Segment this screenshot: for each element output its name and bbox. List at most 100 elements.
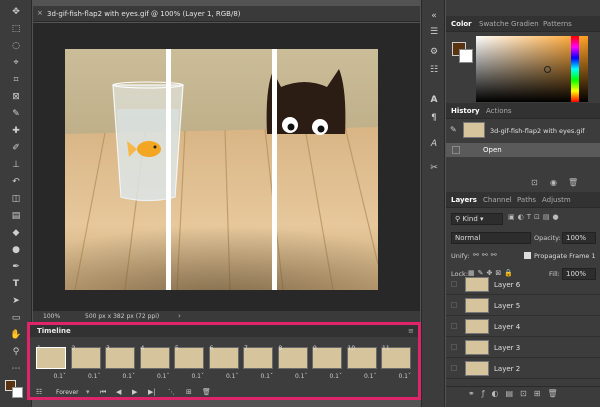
- eraser-tool-icon[interactable]: ◫: [6, 191, 26, 207]
- delete-frame-icon[interactable]: 🗑: [202, 388, 211, 396]
- tab-history[interactable]: History: [451, 107, 480, 115]
- layer-action-icons[interactable]: ⚭ƒ◐▤⊡⊞🗑: [468, 389, 565, 398]
- tab-gradients[interactable]: Gradien: [511, 20, 539, 28]
- status-menu-arrow-icon[interactable]: ›: [178, 312, 181, 320]
- new-document-from-state-icon[interactable]: ⊡: [531, 178, 538, 187]
- timeline-frame[interactable]: 6 0.1ˇ: [208, 345, 239, 381]
- close-tab-icon[interactable]: ×: [37, 9, 43, 17]
- hand-tool-icon[interactable]: ✋: [6, 327, 26, 343]
- tab-color[interactable]: Color: [451, 20, 472, 28]
- visibility-toggle-icon[interactable]: [451, 365, 457, 371]
- document-canvas[interactable]: [65, 49, 378, 290]
- frame-delay[interactable]: 0.1ˇ: [140, 373, 170, 380]
- timeline-frame[interactable]: 7 0.1ˇ: [243, 345, 273, 381]
- document-info[interactable]: 500 px x 382 px (72 ppi): [85, 313, 159, 320]
- snapshot-camera-icon[interactable]: ◉: [550, 178, 557, 187]
- loop-dropdown-icon[interactable]: ▾: [86, 388, 90, 396]
- tab-layers[interactable]: Layers: [451, 196, 477, 204]
- frame-delay[interactable]: 0.1ˇ: [347, 373, 377, 380]
- blend-mode-select[interactable]: Normal: [451, 232, 531, 244]
- properties-icon[interactable]: ⚙: [425, 44, 443, 60]
- unify-icons[interactable]: ⚯⚯⚯: [473, 251, 500, 259]
- zoom-level[interactable]: 100%: [43, 313, 60, 320]
- crop-tool-icon[interactable]: ⌗: [6, 72, 26, 88]
- color-picker-handle[interactable]: [544, 66, 551, 73]
- healing-brush-tool-icon[interactable]: ✚: [6, 123, 26, 139]
- layer-row[interactable]: Layer 6: [446, 274, 600, 295]
- frame-delay[interactable]: 0.1ˇ: [209, 373, 239, 380]
- path-select-tool-icon[interactable]: ➤: [6, 293, 26, 309]
- timeline-frame[interactable]: 2 0.1ˇ: [70, 345, 101, 381]
- timeline-frame[interactable]: 11 0.1ˇ: [381, 345, 411, 381]
- tween-icon[interactable]: ⋱: [168, 388, 175, 396]
- type-tool-icon[interactable]: T: [6, 276, 26, 292]
- document-tab-title[interactable]: 3d-gif-fish-flap2 with eyes.gif @ 100% (…: [47, 10, 241, 18]
- layer-filter-icons[interactable]: ▣◐T⊡▤●: [508, 213, 562, 221]
- opacity-field[interactable]: 100%: [562, 232, 596, 244]
- history-state-row[interactable]: Open: [446, 143, 600, 157]
- tab-swatches[interactable]: Swatche: [479, 20, 509, 28]
- tab-patterns[interactable]: Patterns: [543, 20, 572, 28]
- frame-tool-icon[interactable]: ⊠: [6, 89, 26, 105]
- move-tool-icon[interactable]: ✥: [6, 4, 26, 20]
- panel-menu-icon[interactable]: ≡: [408, 327, 414, 335]
- tab-channels[interactable]: Channel: [483, 196, 512, 204]
- character-icon[interactable]: A: [425, 92, 443, 108]
- frame-delay[interactable]: 0.1ˇ: [105, 373, 135, 380]
- gradient-tool-icon[interactable]: ▤: [6, 208, 26, 224]
- pen-tool-icon[interactable]: ✒: [6, 259, 26, 275]
- adjustments-icon[interactable]: ☰: [425, 24, 443, 40]
- clone-stamp-tool-icon[interactable]: ⊥: [6, 157, 26, 173]
- layer-row[interactable]: Layer 3: [446, 337, 600, 358]
- visibility-toggle-icon[interactable]: [451, 323, 457, 329]
- paragraph-icon[interactable]: ¶: [425, 110, 443, 126]
- more-tools-icon[interactable]: ⋯: [6, 361, 26, 377]
- timeline-frame[interactable]: 9 0.1ˇ: [312, 345, 342, 381]
- play-icon[interactable]: ▶: [132, 388, 137, 396]
- layer-row[interactable]: Layer 4: [446, 316, 600, 337]
- layer-row[interactable]: Layer 5: [446, 295, 600, 316]
- frame-delay[interactable]: 0.1ˇ: [381, 373, 411, 380]
- glyphs-icon[interactable]: A: [425, 136, 443, 152]
- hue-slider[interactable]: [571, 36, 579, 102]
- delete-state-icon[interactable]: 🗑: [568, 178, 578, 187]
- loop-select[interactable]: Forever: [56, 389, 79, 396]
- visibility-toggle-icon[interactable]: [451, 302, 457, 308]
- background-swatch[interactable]: [12, 387, 23, 398]
- eyedropper-tool-icon[interactable]: ✎: [6, 106, 26, 122]
- color-background-swatch[interactable]: [459, 49, 473, 63]
- brush-settings-icon[interactable]: ✂: [425, 160, 443, 176]
- lasso-tool-icon[interactable]: ◌: [6, 38, 26, 54]
- marquee-tool-icon[interactable]: ⬚: [6, 21, 26, 37]
- libraries-icon[interactable]: ☷: [425, 62, 443, 78]
- rectangle-tool-icon[interactable]: ▭: [6, 310, 26, 326]
- timeline-frame[interactable]: 3 0.1ˇ: [105, 345, 135, 381]
- propagate-checkbox[interactable]: [524, 252, 531, 259]
- history-brush-source-icon[interactable]: ✎: [450, 125, 457, 134]
- timeline-frame[interactable]: 5 0.1ˇ: [174, 345, 204, 381]
- collapse-panels-icon[interactable]: «: [425, 8, 443, 24]
- next-frame-icon[interactable]: ▶|: [148, 388, 156, 396]
- layer-row[interactable]: Layer 2: [446, 358, 600, 379]
- quick-select-tool-icon[interactable]: ⌖: [6, 55, 26, 71]
- frame-delay[interactable]: 0.1ˇ: [312, 373, 342, 380]
- tab-paths[interactable]: Paths: [517, 196, 536, 204]
- timeline-frame[interactable]: 8 0.1ˇ: [277, 345, 308, 381]
- timeline-title[interactable]: Timeline: [37, 327, 71, 335]
- tab-adjustments[interactable]: Adjustm: [542, 196, 571, 204]
- prev-frame-icon[interactable]: ◀: [116, 388, 121, 396]
- tab-actions[interactable]: Actions: [486, 107, 512, 115]
- history-brush-tool-icon[interactable]: ↶: [6, 174, 26, 190]
- visibility-toggle-icon[interactable]: [451, 344, 457, 350]
- frame-delay[interactable]: 0.1ˇ: [36, 373, 66, 380]
- timeline-frame[interactable]: 10 0.1ˇ: [346, 345, 377, 381]
- layer-filter-select[interactable]: ⚲ Kind ▾: [451, 213, 503, 225]
- visibility-toggle-icon[interactable]: [451, 281, 457, 287]
- dodge-tool-icon[interactable]: ●: [6, 242, 26, 258]
- timeline-frame[interactable]: 4 0.1ˇ: [139, 345, 170, 381]
- history-snapshot[interactable]: 3d-gif-fish-flap2 with eyes.gif: [490, 127, 585, 135]
- brush-tool-icon[interactable]: ✐: [6, 140, 26, 156]
- frame-delay[interactable]: 0.1ˇ: [278, 373, 308, 380]
- duplicate-frame-icon[interactable]: ⊞: [186, 388, 192, 396]
- frame-delay[interactable]: 0.1ˇ: [174, 373, 204, 380]
